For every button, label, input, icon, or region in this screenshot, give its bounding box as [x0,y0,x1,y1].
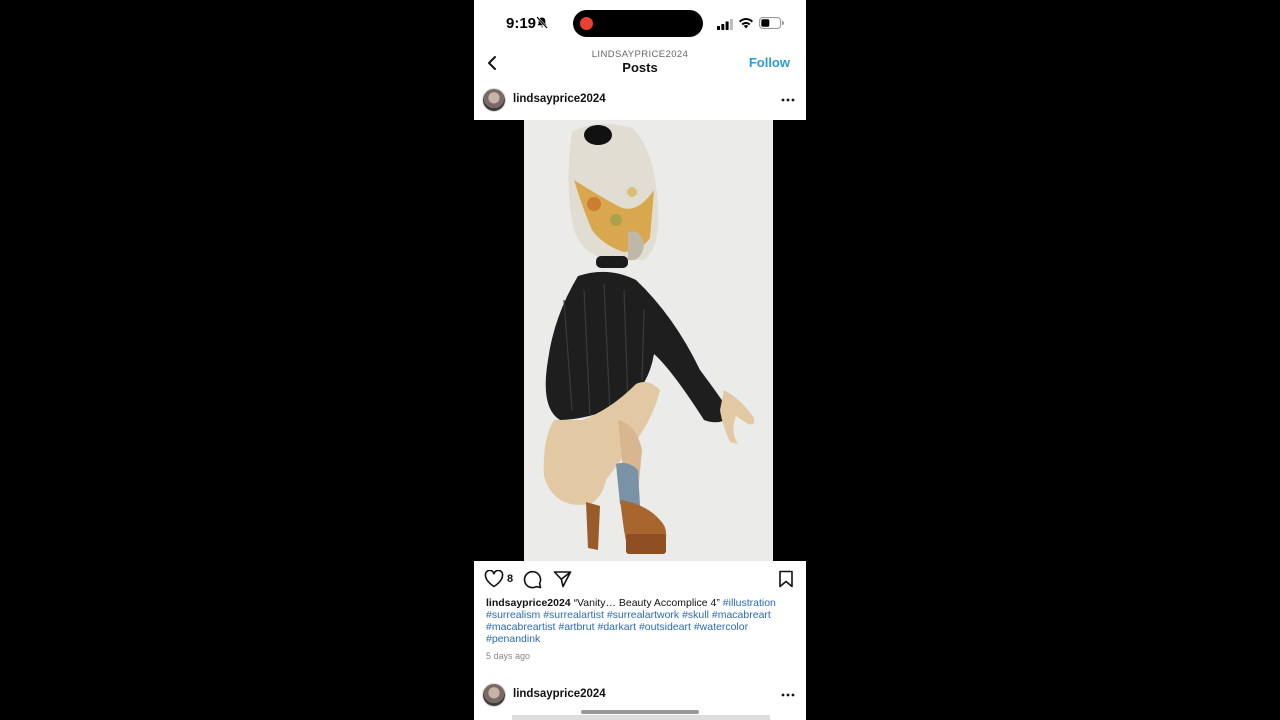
post-actions: 8 [474,566,806,592]
heart-icon[interactable] [484,569,504,593]
hashtag[interactable]: #skull [682,609,709,621]
hashtag[interactable]: #macabreart [712,609,771,621]
post-username[interactable]: lindsayprice2024 [513,688,606,700]
avatar[interactable] [482,683,506,707]
artwork-image [524,120,773,561]
status-bar: 9:19 [474,0,806,46]
bell-slash-icon [536,16,548,34]
follow-button[interactable]: Follow [749,55,790,70]
hashtag[interactable]: #artbrut [558,621,594,633]
battery-icon [759,16,784,34]
wifi-icon [738,16,754,34]
next-post-media [512,715,770,720]
next-post-header: lindsayprice2024 [474,681,806,711]
share-icon[interactable] [553,570,572,593]
caption-text: “Vanity… Beauty Accomplice 4” [573,597,720,609]
comment-icon[interactable] [523,570,542,594]
phone-screen: 9:19 LINDSAYPRICE2024 Posts Follow linds… [474,0,806,720]
signal-icon [717,17,733,35]
hashtag[interactable]: #surrealism [486,609,540,621]
recording-indicator [580,17,593,30]
dynamic-island [573,10,703,37]
caption-username[interactable]: lindsayprice2024 [486,597,571,609]
hashtag[interactable]: #surrealartist [543,609,604,621]
hashtag[interactable]: #outsideart [639,621,691,633]
post-caption: lindsayprice2024 “Vanity… Beauty Accompl… [486,597,794,645]
bookmark-icon[interactable] [778,570,794,593]
hashtag[interactable]: #watercolor [694,621,748,633]
status-time: 9:19 [506,15,537,32]
avatar[interactable] [482,88,506,112]
hashtag[interactable]: #penandink [486,633,540,645]
hashtag[interactable]: #surrealartwork [607,609,679,621]
post-timestamp: 5 days ago [486,651,531,661]
hashtag[interactable]: #illustration [723,597,776,609]
hashtag[interactable]: #macabreartist [486,621,555,633]
like-count[interactable]: 8 [507,573,513,585]
post-header: lindsayprice2024 [474,86,806,116]
post-media[interactable] [474,120,806,561]
nav-bar: LINDSAYPRICE2024 Posts Follow [474,46,806,80]
ellipsis-icon[interactable] [780,91,796,109]
home-indicator[interactable] [581,710,699,714]
hashtag[interactable]: #darkart [597,621,636,633]
post-username[interactable]: lindsayprice2024 [513,93,606,105]
ellipsis-icon[interactable] [780,686,796,704]
